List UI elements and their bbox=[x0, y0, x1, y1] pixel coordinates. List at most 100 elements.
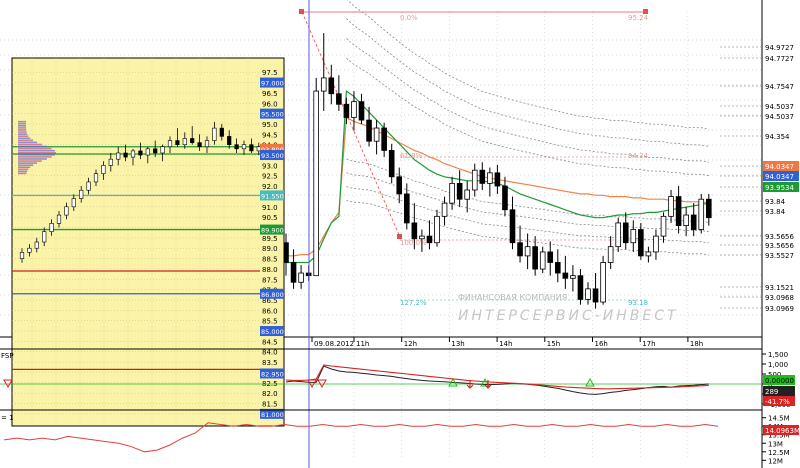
inset-profile-9 bbox=[18, 154, 55, 156]
inset-profile-6 bbox=[18, 160, 42, 162]
inset-tick-26: 84.5 bbox=[262, 338, 278, 346]
inset-body-25 bbox=[204, 140, 210, 148]
inset-tick-18: 88.5 bbox=[262, 256, 278, 264]
price-tag-7: 94.0347 bbox=[765, 173, 794, 181]
vol-tick-3: 13M bbox=[768, 440, 783, 448]
candle-body-49 bbox=[653, 235, 659, 253]
inset-body-19 bbox=[160, 146, 165, 154]
inset-body-31 bbox=[249, 144, 254, 152]
osc-tick-0: 1,500 bbox=[768, 351, 788, 359]
candle-body-39 bbox=[577, 275, 584, 300]
candle-body-46 bbox=[630, 229, 637, 244]
inset-body-6 bbox=[64, 206, 69, 216]
candle-body-48 bbox=[645, 251, 652, 257]
inset-tick-31: 82.0 bbox=[262, 390, 278, 398]
inset-body-24 bbox=[197, 142, 202, 148]
candle-body-22 bbox=[449, 182, 455, 204]
price-tag-5: 94.354 bbox=[765, 133, 790, 141]
candle-body-15 bbox=[396, 176, 403, 195]
inset-profile-2 bbox=[18, 168, 29, 171]
inset-tick-23: 86.0 bbox=[262, 307, 278, 315]
inset-tick-5: 95.0 bbox=[262, 121, 278, 129]
price-tag-1: 94.7727 bbox=[765, 55, 794, 63]
inset-tag-7: 85.000 bbox=[261, 328, 284, 336]
inset-body-12 bbox=[108, 158, 113, 166]
candle-body-45 bbox=[622, 222, 629, 244]
candle-body-4 bbox=[313, 90, 319, 277]
candle-body-31 bbox=[517, 242, 523, 257]
trading-chart: 0.0% 95.24 61.8% 94.24 100.0% 127.2% 93.18 ФИН… bbox=[0, 0, 800, 468]
inset-tag-5: 89.900 bbox=[261, 227, 284, 235]
inset-frame bbox=[11, 57, 285, 427]
fib-label-618: 61.8% bbox=[400, 152, 423, 160]
inset-tick-9: 93.0 bbox=[262, 162, 278, 170]
price-tag-2: 94.7547 bbox=[765, 83, 794, 91]
candle-body-34 bbox=[539, 251, 546, 270]
price-tag-16: 93.0969 bbox=[765, 305, 794, 313]
inset-tag-4: 91.550 bbox=[261, 192, 284, 200]
candle-body-11 bbox=[366, 119, 372, 142]
inset-tick-10: 92.5 bbox=[262, 173, 278, 181]
osc-tag-2: -41.7% bbox=[765, 398, 790, 406]
inset-tick-6: 94.5 bbox=[262, 131, 278, 139]
candle-body-33 bbox=[532, 246, 538, 270]
candle-body-5 bbox=[320, 77, 327, 92]
inset-profile-16 bbox=[18, 139, 34, 142]
candle-body-52 bbox=[675, 196, 682, 226]
fib-anchor-top bbox=[299, 9, 304, 14]
candle-body-47 bbox=[638, 229, 644, 257]
inset-tick-32: 81.5 bbox=[262, 401, 278, 409]
watermark-line1: ФИНАНСОВАЯ КОМПАНИЯ bbox=[458, 293, 567, 302]
inset-body-8 bbox=[79, 189, 84, 199]
inset-body-13 bbox=[116, 152, 121, 160]
inset-tag-1: 95.500 bbox=[261, 111, 284, 119]
osc-tag-0: 0.00000 bbox=[765, 377, 794, 385]
candle-body-29 bbox=[502, 185, 508, 211]
candle-body-18 bbox=[419, 235, 425, 240]
inset-tick-19: 88.0 bbox=[262, 266, 278, 274]
time-label-7: 17h bbox=[642, 340, 655, 348]
inset-tag-3: 93.500 bbox=[261, 152, 284, 160]
price-tag-6: 94.0347 bbox=[765, 163, 794, 171]
inset-tick-20: 87.5 bbox=[262, 276, 278, 284]
inset-chart: 97.597.096.596.095.595.094.594.093.593.0… bbox=[11, 57, 285, 427]
inset-profile-7 bbox=[18, 158, 47, 160]
vol-tick-4: 12.5M bbox=[768, 449, 790, 457]
candle-body-37 bbox=[562, 272, 569, 279]
candle-body-26 bbox=[479, 169, 486, 184]
inset-profile-11 bbox=[18, 149, 55, 152]
candle-body-40 bbox=[585, 288, 591, 300]
inset-profile-8 bbox=[18, 156, 52, 158]
fib-label-618-price: 94.24 bbox=[628, 152, 649, 160]
watermark-line2: ИНТЕРСЕРВИС-ИНВЕСТ bbox=[458, 308, 679, 324]
inset-profile-1 bbox=[18, 170, 28, 173]
inset-profile-22 bbox=[18, 127, 27, 129]
inset-body-28 bbox=[227, 136, 232, 145]
inset-profile-12 bbox=[18, 147, 52, 150]
inset-tick-13: 91.0 bbox=[262, 204, 278, 212]
inset-tick-17: 89.0 bbox=[262, 245, 278, 253]
candle-body-36 bbox=[555, 262, 561, 274]
fib-label-1272: 127.2% bbox=[400, 299, 427, 307]
inset-body-7 bbox=[71, 198, 76, 208]
candle-body-20 bbox=[434, 215, 440, 244]
candle-body-38 bbox=[570, 275, 576, 279]
fib-label-0-price: 95.24 bbox=[628, 14, 649, 22]
candle-body-41 bbox=[592, 288, 599, 303]
inset-profile-19 bbox=[18, 133, 28, 135]
inset-profile-15 bbox=[18, 141, 38, 144]
inset-tick-14: 90.5 bbox=[262, 214, 278, 222]
inset-body-4 bbox=[49, 223, 54, 232]
candle-body-35 bbox=[547, 251, 554, 263]
candle-body-28 bbox=[494, 172, 501, 187]
vol-tick-5: 12M bbox=[768, 457, 783, 465]
inset-profile-25 bbox=[18, 120, 27, 123]
candle-body-2 bbox=[298, 272, 304, 283]
candle-body-53 bbox=[683, 214, 689, 226]
osc-tag-1: 289 bbox=[765, 388, 778, 396]
price-tag-12: 93.5656 bbox=[765, 242, 794, 250]
inset-tick-27: 84.0 bbox=[262, 349, 278, 357]
candle-body-23 bbox=[456, 182, 463, 200]
inset-profile-3 bbox=[18, 166, 31, 169]
inset-body-15 bbox=[130, 150, 136, 158]
